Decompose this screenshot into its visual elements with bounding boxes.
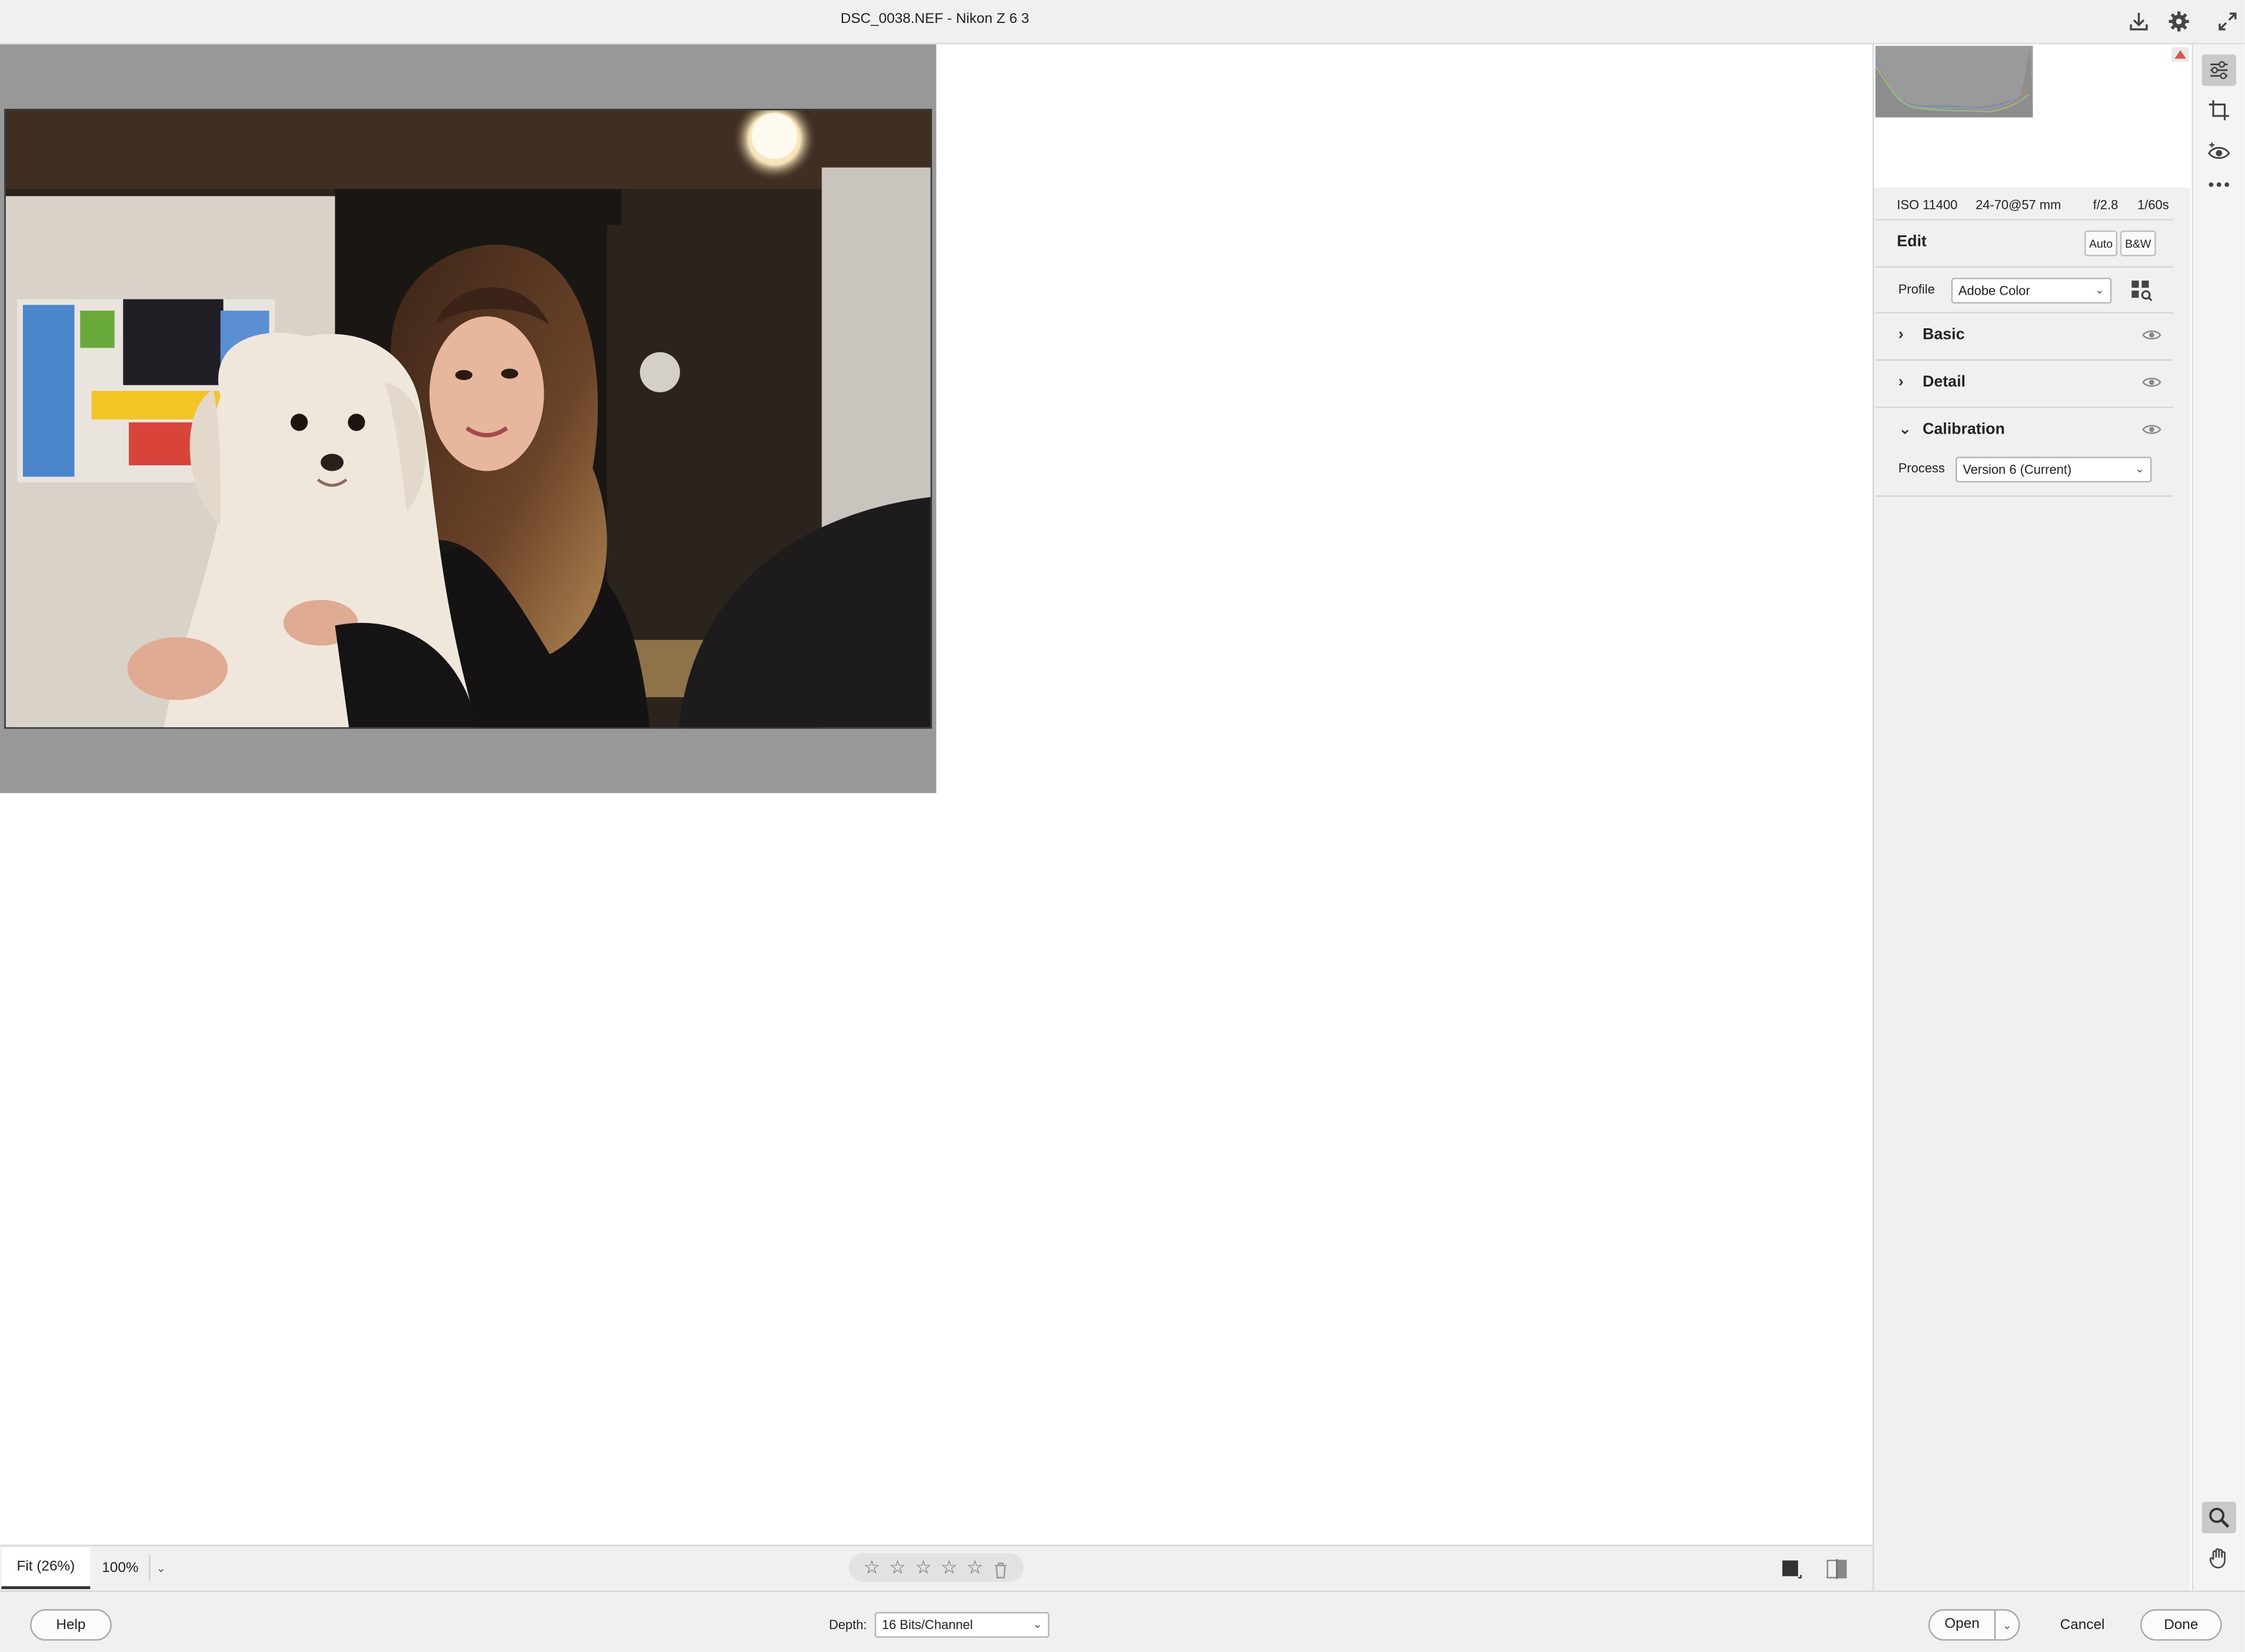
crop-icon[interactable]: [2202, 95, 2236, 126]
gear-icon[interactable]: [2164, 7, 2193, 36]
help-button[interactable]: Help: [30, 1609, 112, 1641]
more-icon[interactable]: [2202, 169, 2236, 201]
chevron-right-icon: ›: [1898, 374, 1904, 391]
process-value: Version 6 (Current): [1963, 462, 2072, 477]
eye-icon[interactable]: [2141, 375, 2161, 389]
trash-icon[interactable]: [988, 1556, 1014, 1579]
open-split-button: Open ⌄: [1928, 1609, 2020, 1641]
done-button[interactable]: Done: [2140, 1609, 2222, 1641]
camera-raw-window: DSC_0038.NEF - Nikon Z 6 3 ISO 11400 24-…: [0, 0, 2245, 1652]
star-icon[interactable]: ☆: [936, 1553, 962, 1582]
exif-shutter: 1/60s: [2137, 197, 2169, 212]
profile-browser-icon[interactable]: [2130, 279, 2153, 302]
depth-value: 16 Bits/Channel: [881, 1617, 973, 1633]
edit-heading: Edit: [1897, 233, 1927, 251]
section-calibration-label: Calibration: [1923, 421, 2005, 438]
divider: [1875, 495, 2173, 497]
eye-icon[interactable]: [2141, 328, 2161, 342]
star-icon[interactable]: ☆: [885, 1553, 911, 1582]
star-icon[interactable]: ☆: [962, 1553, 988, 1582]
process-select[interactable]: Version 6 (Current) ⌄: [1956, 457, 2152, 483]
tool-strip: [2191, 44, 2245, 1591]
exif-aperture: f/2.8: [2093, 197, 2119, 212]
fullscreen-icon[interactable]: [2213, 7, 2242, 36]
chevron-down-icon: ⌄: [1898, 421, 1912, 438]
exif-iso: ISO 11400: [1897, 197, 1958, 212]
before-after-icon[interactable]: [1826, 1558, 1848, 1581]
view-mode-icon[interactable]: [1780, 1558, 1803, 1581]
histogram[interactable]: [1875, 45, 2033, 118]
star-icon[interactable]: ☆: [859, 1553, 885, 1582]
depth-select[interactable]: 16 Bits/Channel ⌄: [874, 1612, 1050, 1638]
edit-sliders-icon[interactable]: [2201, 54, 2236, 86]
chevron-down-icon: ⌄: [156, 1561, 166, 1574]
zoom-100-button[interactable]: 100%: [92, 1548, 149, 1590]
chevron-down-icon: ⌄: [2134, 462, 2145, 475]
rating-control: ☆ ☆ ☆ ☆ ☆: [849, 1553, 1024, 1582]
divider: [1875, 219, 2173, 221]
process-label: Process: [1898, 461, 1945, 475]
divider: [1875, 266, 2173, 268]
preview-photo[interactable]: [4, 108, 932, 729]
cancel-button[interactable]: Cancel: [2060, 1618, 2105, 1634]
zoom-dropdown[interactable]: ⌄: [149, 1554, 172, 1581]
edit-panel: [1872, 44, 2191, 1591]
auto-button[interactable]: Auto: [2084, 230, 2117, 257]
highlight-clipping-warning[interactable]: [2171, 47, 2189, 62]
star-icon[interactable]: ☆: [911, 1553, 937, 1582]
zoom-fit-button[interactable]: Fit (26%): [1, 1547, 91, 1590]
profile-label: Profile: [1898, 282, 1935, 297]
bw-button[interactable]: B&W: [2120, 230, 2156, 257]
chevron-down-icon[interactable]: ⌄: [1996, 1618, 2018, 1631]
depth-label: Depth:: [828, 1617, 867, 1633]
section-detail-label: Detail: [1923, 374, 1966, 391]
profile-value: Adobe Color: [1958, 283, 2030, 298]
open-button[interactable]: Open: [1930, 1610, 1996, 1640]
profile-select[interactable]: Adobe Color ⌄: [1951, 278, 2112, 304]
save-download-icon[interactable]: [2124, 7, 2153, 36]
chevron-right-icon: ›: [1898, 326, 1904, 344]
exif-lens: 24-70@57 mm: [1976, 197, 2061, 212]
section-detail[interactable]: › Detail: [1876, 361, 2173, 407]
section-calibration[interactable]: ⌄ Calibration: [1876, 408, 2173, 454]
chevron-down-icon: ⌄: [1032, 1617, 1042, 1631]
zoom-icon[interactable]: [2201, 1501, 2236, 1534]
hand-icon[interactable]: [2202, 1542, 2236, 1574]
dialog-footer: [0, 1590, 2245, 1652]
window-title: DSC_0038.NEF - Nikon Z 6 3: [840, 11, 1030, 28]
chevron-down-icon: ⌄: [2094, 283, 2105, 297]
section-basic[interactable]: › Basic: [1876, 314, 2173, 359]
eye-icon[interactable]: [2141, 422, 2161, 437]
redeye-icon[interactable]: [2202, 136, 2236, 168]
section-basic-label: Basic: [1923, 326, 1965, 344]
